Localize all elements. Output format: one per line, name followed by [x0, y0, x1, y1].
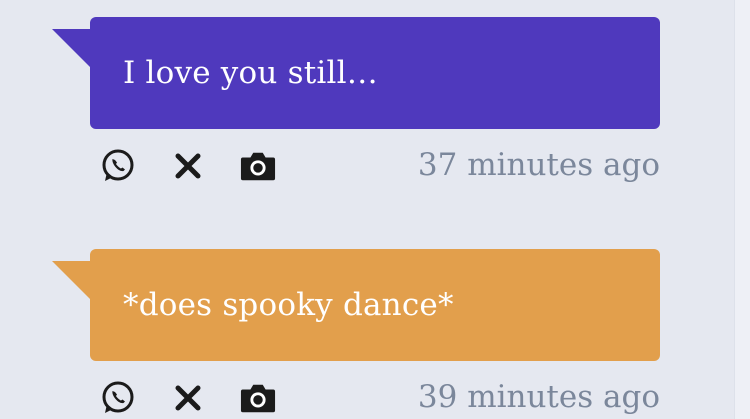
dismiss-button[interactable]	[170, 380, 206, 416]
message-text: I love you still…	[123, 55, 378, 91]
scroll-gutter	[734, 0, 750, 419]
chat-feed: I love you still… 37 minutes ago *does s…	[0, 0, 750, 419]
close-icon	[175, 153, 201, 179]
whatsapp-icon	[102, 381, 134, 413]
dismiss-button[interactable]	[170, 148, 206, 184]
bubble-tail	[52, 261, 90, 299]
message-bubble: *does spooky dance*	[52, 249, 660, 361]
camera-button[interactable]	[240, 380, 276, 416]
camera-icon	[240, 384, 276, 413]
message-timestamp: 37 minutes ago	[417, 147, 660, 183]
message-actions: 39 minutes ago	[100, 376, 660, 416]
message-timestamp: 39 minutes ago	[417, 379, 660, 415]
whatsapp-icon	[102, 149, 134, 181]
bubble-tail	[52, 29, 90, 67]
message-actions: 37 minutes ago	[100, 144, 660, 184]
camera-button[interactable]	[240, 148, 276, 184]
message-item: I love you still… 37 minutes ago	[52, 17, 660, 183]
camera-icon	[240, 152, 276, 181]
close-icon	[175, 385, 201, 411]
whatsapp-share-button[interactable]	[100, 148, 136, 184]
message-item: *does spooky dance* 39 minutes ago	[52, 249, 660, 415]
message-bubble: I love you still…	[52, 17, 660, 129]
message-text: *does spooky dance*	[123, 287, 454, 323]
whatsapp-share-button[interactable]	[100, 380, 136, 416]
